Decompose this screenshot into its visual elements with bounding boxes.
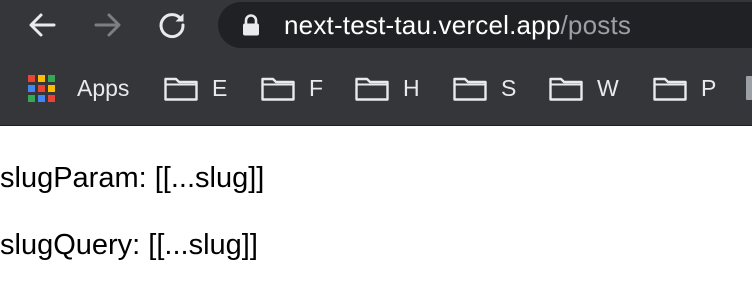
folder-icon — [653, 77, 687, 101]
folder-icon — [355, 77, 389, 101]
bookmark-folder-e[interactable]: E — [164, 66, 227, 110]
forward-button[interactable] — [88, 5, 128, 45]
bookmark-folder-label: S — [501, 74, 517, 101]
slug-query-text: slugQuery: [[...slug]] — [0, 229, 258, 261]
slug-param-text: slugParam: [[...slug]] — [0, 162, 265, 194]
lock-icon — [243, 14, 259, 36]
arrow-right-icon — [94, 13, 121, 37]
back-button[interactable] — [22, 5, 62, 45]
bookmark-folder-label: H — [403, 74, 420, 101]
bookmark-folder-label: W — [597, 74, 619, 101]
reload-button[interactable] — [152, 5, 192, 45]
bookmark-apps-label: Apps — [77, 74, 130, 101]
folder-icon — [261, 77, 295, 101]
bookmark-overflow-edge — [746, 76, 752, 100]
bookmark-folder-p[interactable]: P — [653, 66, 716, 110]
folder-icon — [453, 77, 487, 101]
folder-icon — [164, 77, 198, 101]
address-bar[interactable]: next-test-tau.vercel.app/posts — [218, 2, 752, 48]
url-text[interactable]: next-test-tau.vercel.app/posts — [284, 2, 631, 48]
arrow-left-icon — [29, 13, 56, 37]
folder-icon — [549, 77, 583, 101]
bookmark-folder-label: E — [212, 74, 228, 101]
browser-toolbar: next-test-tau.vercel.app/posts Apps E F … — [0, 0, 752, 126]
bookmark-folder-label: P — [701, 74, 717, 101]
bookmark-folder-w[interactable]: W — [549, 66, 619, 110]
apps-grid-icon — [28, 74, 55, 102]
bookmark-folder-s[interactable]: S — [453, 66, 516, 110]
url-host: next-test-tau.vercel.app — [284, 10, 561, 40]
bookmark-apps[interactable]: Apps — [28, 66, 129, 110]
bookmark-folder-h[interactable]: H — [355, 66, 420, 110]
url-path: /posts — [560, 10, 632, 40]
bookmark-folder-f[interactable]: F — [261, 66, 323, 110]
bookmark-folder-label: F — [309, 74, 324, 101]
bookmarks-bar: Apps E F H S W P — [0, 66, 752, 110]
reload-icon — [159, 13, 185, 39]
page-content: slugParam: [[...slug]] slugQuery: [[...s… — [0, 126, 752, 308]
